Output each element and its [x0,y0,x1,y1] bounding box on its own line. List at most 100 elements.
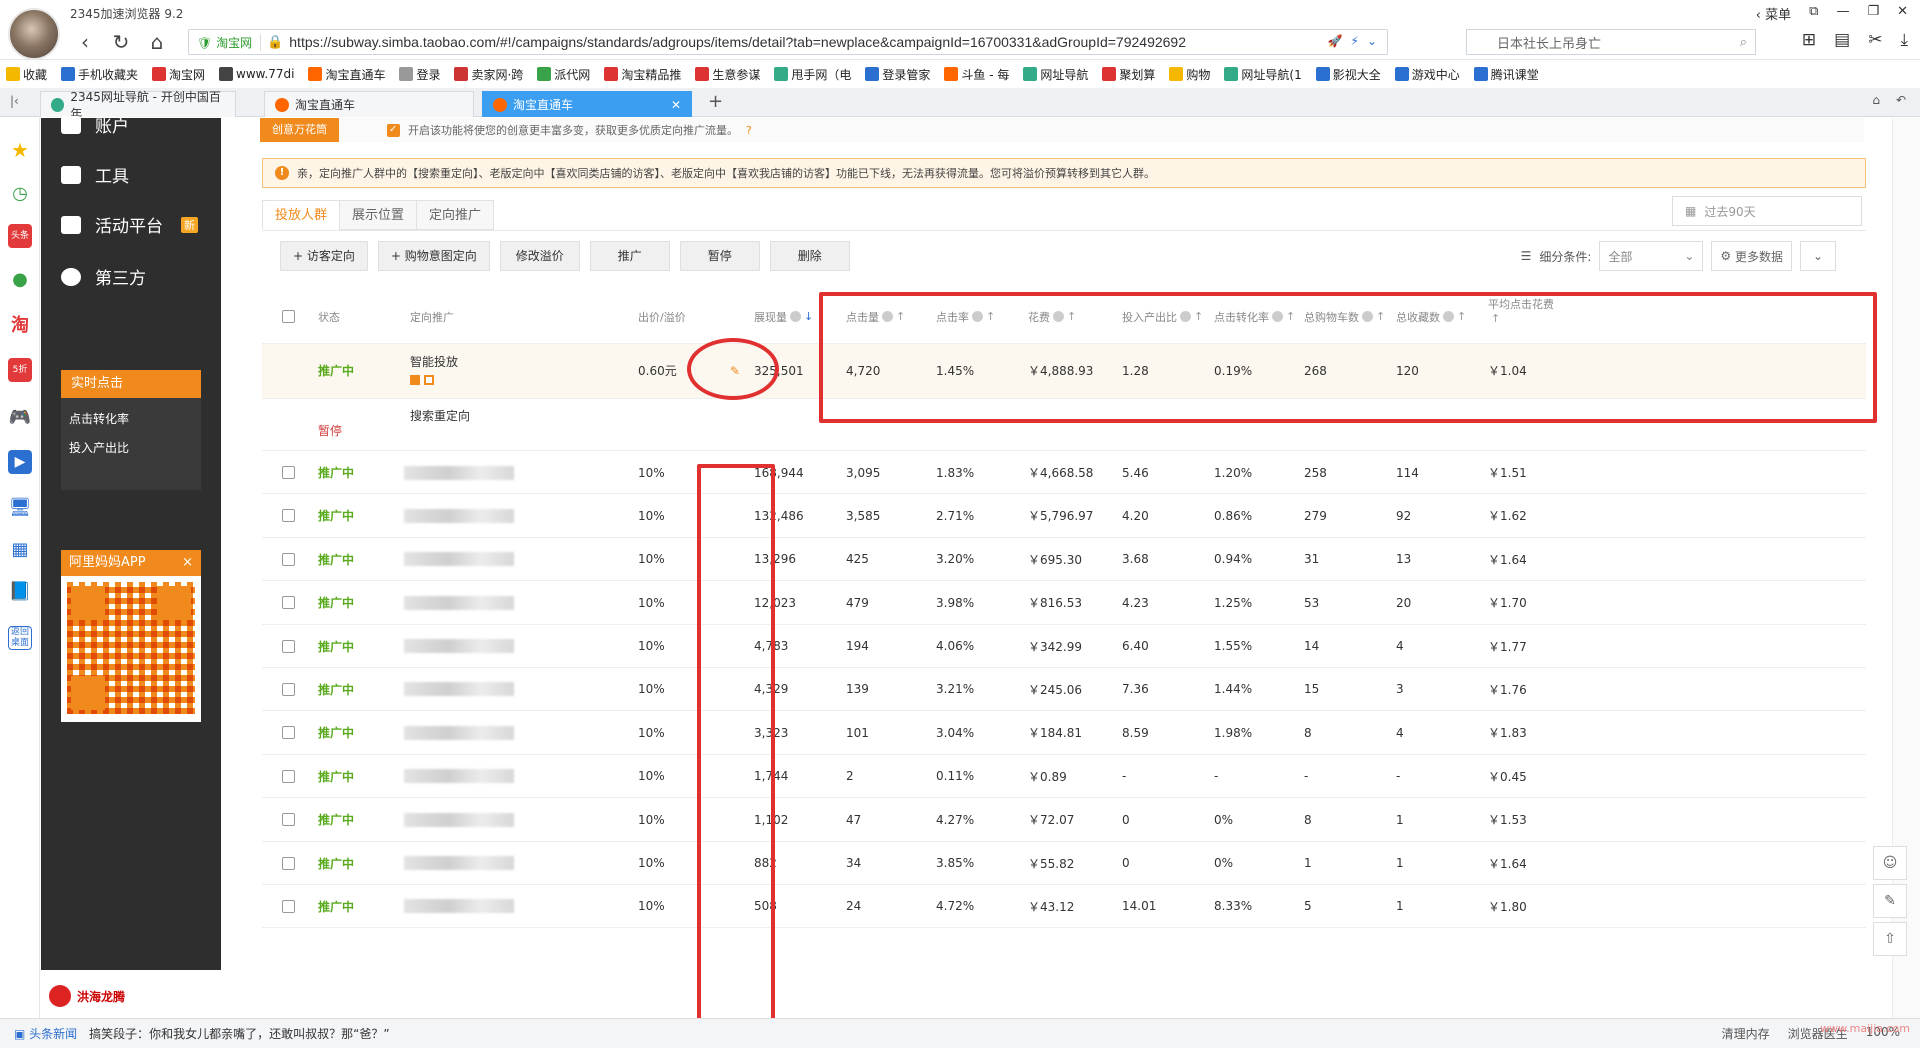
help-icon[interactable]: ? [746,124,752,137]
bookmark-item[interactable]: 游戏中心 [1394,66,1460,83]
sidebar-item-third-party[interactable]: 第三方 [61,264,146,289]
close-button[interactable]: ✕ [1897,4,1908,23]
pause-button[interactable]: 暂停 [679,240,760,271]
row-checkbox[interactable] [282,451,295,494]
row-bid[interactable]: 10% [638,581,665,624]
realtime-item-cvr[interactable]: 点击转化率 [61,410,201,427]
sale-icon[interactable]: 5折 [8,358,32,382]
search-input[interactable]: 日本社长上吊身亡 ⌕ [1466,29,1756,55]
table-row[interactable]: 推广中 10% 508 24 4.72% ￥43.12 14.01 8.33% 5 1 ￥1.80 [262,885,1866,929]
select-all-checkbox[interactable] [282,290,295,343]
refresh-icon[interactable]: ↻ [108,30,134,54]
edit-icon[interactable] [424,375,434,385]
tab-ztc-1[interactable]: 淘宝直通车 [264,91,474,117]
skin-icon[interactable]: ⧉ [1809,4,1818,23]
tab-audience[interactable]: 投放人群 [262,200,341,230]
undo-icon[interactable]: ↶ [1896,93,1906,107]
delete-button[interactable]: 删除 [769,240,850,271]
bookmark-item[interactable]: 登录 [399,66,440,83]
maximize-button[interactable]: ❐ [1867,4,1879,23]
row-checkbox[interactable] [282,711,295,754]
row-checkbox[interactable] [282,494,295,537]
customer-service-icon[interactable]: ☺ [1873,846,1907,880]
minimize-button[interactable]: — [1836,4,1849,23]
bookmark-item[interactable]: 甩手网（电 [774,66,851,83]
table-row[interactable]: 推广中 10% 4,783 194 4.06% ￥342.99 6.40 1.55% 14 4 ￥1… [262,625,1866,668]
back-to-top-icon[interactable]: ⇧ [1873,922,1907,956]
row-checkbox[interactable] [282,625,295,668]
tab-placement[interactable]: 展示位置 [339,200,418,230]
filter-select[interactable]: 全部 ⌄ [1599,241,1704,271]
creative-button[interactable]: 创意万花筒 [260,118,339,142]
speed-icon[interactable]: 🚀 [1328,34,1343,48]
sidebar-item-tools[interactable]: 工具 [61,162,129,187]
gamepad-icon[interactable]: 🎮 [8,406,32,430]
table-row[interactable]: 推广中 10% 3,323 101 3.04% ￥184.81 8.59 1.98% 8 4 ￥1.… [262,711,1866,755]
bookmark-item[interactable]: 淘宝直通车 [308,66,385,83]
row-checkbox[interactable] [282,842,295,885]
table-row[interactable]: 推广中 10% 168,944 3,095 1.83% ￥4,668.58 5.46 1.20… [262,451,1866,495]
bookmark-item[interactable]: 影视大全 [1315,66,1381,83]
taobao-icon[interactable]: 淘 [8,314,32,338]
bookmark-item[interactable]: www.77di [219,67,294,81]
bookmark-item[interactable]: 生意参谋 [695,66,760,83]
bookmark-item[interactable]: 网址导航(1 [1224,66,1302,83]
row-checkbox[interactable] [282,798,295,841]
tab-targeting[interactable]: 定向推广 [416,200,495,230]
reader-icon[interactable]: ▤ [1834,30,1850,50]
row-bid[interactable]: 10% [638,451,665,494]
row-checkbox[interactable] [282,538,295,581]
bookmark-item[interactable]: 卖家网·跨 [454,66,523,83]
realtime-title[interactable]: 实时点击 [61,370,201,398]
row-checkbox[interactable] [282,755,295,798]
flash-icon[interactable]: ⚡ [1351,34,1359,48]
header-impressions[interactable]: 展现量 ↓ [754,290,813,343]
tab-close-icon[interactable]: ✕ [671,98,681,112]
search-text[interactable]: 日本社长上吊身亡 [1497,33,1601,52]
date-range-picker[interactable]: ▦ 过去90天 [1672,196,1862,226]
scissors-icon[interactable]: ✂ [1868,30,1882,50]
realtime-item-roi[interactable]: 投入产出比 [61,439,201,456]
new-tab-button[interactable]: + [708,91,723,112]
tab-menu-icon[interactable]: ⌂ [1872,93,1880,107]
tab-ztc-active[interactable]: 淘宝直通车 ✕ [482,91,692,117]
back-icon[interactable]: ‹ [72,30,98,54]
row-bid[interactable]: 10% [638,798,665,841]
edit-premium-button[interactable]: 修改溢价 [499,240,580,271]
home-icon[interactable]: ⌂ [144,30,170,54]
row-bid[interactable]: 10% [638,755,665,798]
bookmark-item[interactable]: 聚划算 [1102,66,1155,83]
expand-button[interactable]: ⌄ [1800,241,1836,271]
bookmark-item[interactable]: 收藏 [6,66,47,83]
feedback-icon[interactable]: ✎ [1873,884,1907,918]
computer-icon[interactable]: 🖥 [8,496,32,520]
row-bid[interactable]: 0.60元 [638,344,677,397]
row-bid[interactable]: 10% [638,538,665,581]
url-input[interactable]: 🛡 淘宝网 🔒 https://subway.simba.taobao.com/… [188,29,1388,55]
creative-checkbox[interactable] [387,123,400,137]
add-intent-target-button[interactable]: + 购物意图定向 [377,240,490,271]
bookmark-item[interactable]: 淘宝网 [152,66,205,83]
bookmark-item[interactable]: 网址导航 [1023,66,1088,83]
bookmark-item[interactable]: 腾讯课堂 [1473,66,1539,83]
table-row[interactable]: 推广中 10% 882 34 3.85% ￥55.82 0 0% 1 1 ￥1.64 [262,842,1866,885]
table-row[interactable]: 推广中 10% 13,296 425 3.20% ￥695.30 3.68 0.94% 31 13… [262,538,1866,582]
bookmark-item[interactable]: 斗鱼 - 每 [944,66,1009,83]
calculator-icon[interactable]: ▦ [8,538,32,562]
tab-scroll-left-icon[interactable]: |‹ [10,94,19,108]
download-icon[interactable]: ⤓ [1900,30,1908,50]
star-icon[interactable]: ★ [8,138,32,162]
sidebar-item-account[interactable]: 账户 [61,112,129,137]
row-bid[interactable]: 10% [638,668,665,711]
url-text[interactable]: https://subway.simba.taobao.com/#!/campa… [289,34,1186,50]
bookmark-item[interactable]: 购物 [1169,66,1210,83]
row-checkbox[interactable] [282,581,295,624]
video-icon[interactable]: ▶ [8,450,32,474]
desktop-return-icon[interactable]: 返回桌面 [8,626,32,650]
clock-icon[interactable]: ◷ [8,182,32,206]
table-row[interactable]: 推广中 10% 132,486 3,585 2.71% ￥5,796.97 4.20 0.86… [262,494,1866,538]
pause-icon[interactable] [410,375,420,385]
bookmark-item[interactable]: 淘宝精品推 [604,66,681,83]
chat-icon[interactable]: ● [8,268,32,292]
sidebar-item-activity[interactable]: 活动平台 新 [61,212,198,237]
